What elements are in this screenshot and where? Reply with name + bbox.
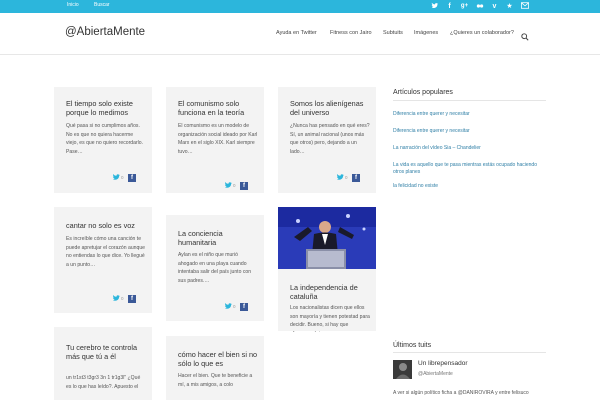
post-excerpt: Qué pasa si no cumplimos años. No es que… <box>66 123 144 155</box>
post-title[interactable]: La independencia de cataluña <box>290 283 370 301</box>
post-card[interactable]: La conciencia humanitaria Aylan es el ni… <box>166 215 264 321</box>
search-icon[interactable] <box>521 28 531 41</box>
post-card[interactable]: cómo hacer el bien si no sólo lo que es … <box>166 336 264 400</box>
popular-article-link[interactable]: La narración del vídeo Sia – Chandelier <box>393 145 543 152</box>
popular-article-link[interactable]: La vida es aquello que te pasa mientras … <box>393 162 543 176</box>
profile-handle[interactable]: @AbiertaMente <box>418 371 453 377</box>
profile-name[interactable]: Un librepensador <box>418 360 468 367</box>
vimeo-icon[interactable]: v <box>490 2 499 11</box>
post-photo[interactable] <box>278 207 376 269</box>
email-icon[interactable] <box>520 2 529 11</box>
post-card[interactable]: El comunismo solo funciona en la teoría … <box>166 87 264 193</box>
post-excerpt: Hacer el bien. Que te beneficie a mí, a … <box>178 373 253 388</box>
post-card[interactable]: La independencia de cataluña Los naciona… <box>278 207 376 332</box>
post-card[interactable]: Somos los alienígenas del universo ¿Nunc… <box>278 87 376 193</box>
facebook-icon[interactable]: f <box>445 2 454 11</box>
post-title[interactable]: El tiempo solo existe porque lo medimos <box>66 99 144 117</box>
post-title[interactable]: Tu cerebro te controla más que tú a él <box>66 343 146 361</box>
post-excerpt: El comunismo es un modelo de organizació… <box>178 123 258 155</box>
popular-article-link[interactable]: Diferencia entre querer y necesitar <box>393 111 543 118</box>
post-card[interactable]: El tiempo solo existe porque lo medimos … <box>54 87 152 193</box>
top-link-search[interactable]: Buscar <box>94 2 110 8</box>
post-excerpt: Los nacionalistas dicen que ellos son ma… <box>290 305 370 332</box>
site-logo[interactable]: @AbiertaMente <box>65 26 145 38</box>
star-icon[interactable]: ★ <box>505 2 514 11</box>
popular-article-link[interactable]: la felicidad no existe <box>393 183 543 190</box>
twitter-share-icon[interactable] <box>112 174 121 181</box>
share-count: 0 <box>345 175 348 180</box>
twitter-share-icon[interactable] <box>224 182 233 189</box>
post-title[interactable]: La conciencia humanitaria <box>178 229 258 247</box>
flickr-icon[interactable] <box>475 2 484 11</box>
twitter-share-icon[interactable] <box>224 303 233 310</box>
nav-fitness-con-jairo[interactable]: Fitness con Jairo <box>330 30 372 36</box>
top-bar: Inicio Buscar f g+ v ★ <box>0 0 600 13</box>
facebook-share-icon[interactable]: f <box>352 174 360 182</box>
twitter-share-icon[interactable] <box>112 295 121 302</box>
post-excerpt: ¿Nunca has pensado en qué eres? Sí, un a… <box>290 123 370 155</box>
divider <box>393 352 546 353</box>
post-title[interactable]: cómo hacer el bien si no sólo lo que es <box>178 350 260 368</box>
post-card[interactable]: Tu cerebro te controla más que tú a él u… <box>54 327 152 400</box>
share-count: 0 <box>233 304 236 309</box>
share-count: 0 <box>121 296 124 301</box>
twitter-share-icon[interactable] <box>336 174 345 181</box>
post-excerpt: Aylan es el niño que murió ahogado en un… <box>178 252 252 284</box>
post-card[interactable]: cantar no solo es voz Es increíble cómo … <box>54 207 152 313</box>
facebook-share-icon[interactable]: f <box>240 303 248 311</box>
post-title[interactable]: cantar no solo es voz <box>66 221 148 230</box>
facebook-share-icon[interactable]: f <box>128 174 136 182</box>
facebook-share-icon[interactable]: f <box>240 182 248 190</box>
avatar[interactable] <box>393 360 412 379</box>
twitter-icon[interactable] <box>430 2 439 11</box>
latest-tweets-title: Últimos tuits <box>393 342 432 349</box>
post-title[interactable]: El comunismo solo funciona en la teoría <box>178 99 258 117</box>
post-title[interactable]: Somos los alienígenas del universo <box>290 99 370 117</box>
nav-colaborador[interactable]: ¿Quieres un colaborador? <box>450 30 514 36</box>
tweet-text: A ver si algún político ficha a @DANIROV… <box>393 390 529 396</box>
share-count: 0 <box>233 183 236 188</box>
share-count: 0 <box>121 175 124 180</box>
divider <box>393 100 546 101</box>
nav-subtuits[interactable]: Subtuits <box>383 30 403 36</box>
header-band <box>0 56 600 84</box>
popular-articles-title: Artículos populares <box>393 89 453 96</box>
popular-article-link[interactable]: Diferencia entre querer y necesitar <box>393 128 543 135</box>
top-link-home[interactable]: Inicio <box>67 2 79 8</box>
google-plus-icon[interactable]: g+ <box>460 2 469 11</box>
post-excerpt: Es increíble cómo una canción te puede a… <box>66 236 146 268</box>
site-header: @AbiertaMente Ayuda en Twitter Fitness c… <box>0 13 600 55</box>
post-excerpt: un tr1st3 t3gr3 3n 1 tr1g3l" ¿Qué es lo … <box>66 375 141 390</box>
facebook-share-icon[interactable]: f <box>128 295 136 303</box>
nav-imagenes[interactable]: Imágenes <box>414 30 438 36</box>
nav-ayuda-en-twitter[interactable]: Ayuda en Twitter <box>276 30 317 36</box>
